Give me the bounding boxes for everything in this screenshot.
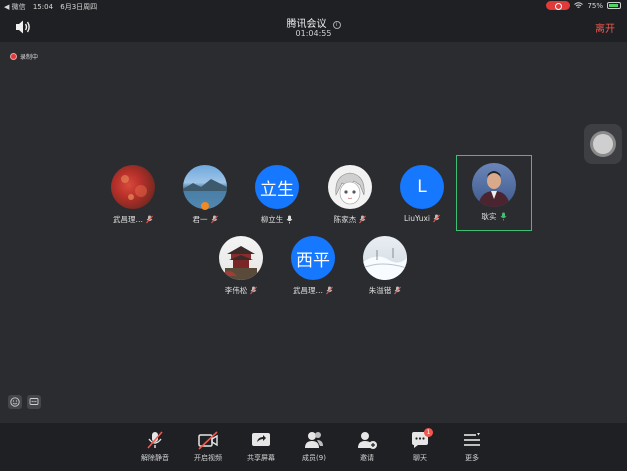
participant-tile[interactable]: 立生 柳立生	[241, 158, 313, 234]
participant-avatar: 西平	[291, 236, 335, 280]
more-icon	[464, 433, 480, 446]
battery-percent: 75%	[587, 1, 603, 10]
assistive-touch-button[interactable]	[584, 124, 622, 164]
meeting-header: 腾讯会议 i 01:04:55 离开	[0, 12, 627, 42]
unread-badge: 1	[424, 428, 433, 437]
emoji-icon	[10, 397, 20, 407]
participant-avatar	[472, 163, 516, 207]
participant-name: 耿实	[481, 212, 497, 221]
battery-icon	[607, 2, 621, 9]
mic-muted-icon	[359, 215, 367, 224]
screen-recording-indicator	[546, 1, 571, 10]
participant-name: 武昌理…	[293, 286, 323, 295]
share-screen-icon	[252, 433, 270, 446]
record-dot-icon	[10, 53, 17, 60]
mic-muted-icon	[433, 214, 440, 223]
mic-muted-icon	[210, 215, 218, 224]
video-off-icon	[198, 431, 218, 450]
participant-tile[interactable]: 武昌理…	[97, 158, 169, 234]
share-screen-button[interactable]: 共享屏幕	[237, 428, 285, 468]
quick-chat-button[interactable]	[27, 395, 41, 409]
chat-bubble-icon	[29, 398, 39, 405]
mic-muted-icon	[326, 286, 333, 295]
participant-name: 柳立生	[260, 215, 284, 224]
participant-name: 武昌理…	[113, 215, 143, 224]
participant-tile[interactable]: 君一	[169, 158, 241, 234]
meeting-title-row[interactable]: 腾讯会议 i	[0, 15, 627, 30]
chat-button[interactable]: 1 聊天	[396, 428, 444, 468]
participant-avatar	[328, 165, 372, 209]
invite-icon	[358, 432, 377, 449]
host-badge-icon	[201, 202, 209, 210]
participant-tile[interactable]: 西平 武昌理…	[277, 229, 349, 305]
start-video-button[interactable]: 开启视频	[184, 428, 232, 468]
meeting-toolbar: 解除静音 开启视频 共享屏幕 成员(9) 邀请 1 聊天 更多	[0, 423, 627, 471]
emoji-reaction-button[interactable]	[8, 395, 22, 409]
tool-label: 更多	[465, 454, 479, 462]
participant-tile[interactable]: 朱溢锴	[349, 229, 421, 305]
tool-label: 开启视频	[194, 454, 222, 462]
members-button[interactable]: 成员(9)	[290, 428, 338, 468]
mic-muted-icon	[146, 215, 153, 224]
mic-on-icon	[286, 215, 293, 224]
participant-name: 君一	[192, 215, 208, 224]
participant-avatar	[219, 236, 263, 280]
wifi-icon	[574, 2, 584, 8]
tool-label: 共享屏幕	[247, 454, 275, 462]
participant-avatar	[111, 165, 155, 209]
participant-name: 朱溢锴	[368, 286, 392, 295]
status-bar: ◀ 微信 15:04 6月3日周四 75%	[0, 0, 627, 12]
meeting-timer: 01:04:55	[295, 29, 332, 38]
more-button[interactable]: 更多	[448, 428, 496, 468]
participant-avatar	[363, 236, 407, 280]
participant-tile[interactable]: 陈家杰	[314, 158, 386, 234]
recording-label: 录制中	[20, 54, 39, 61]
mic-off-icon	[147, 431, 163, 449]
back-to-app[interactable]: ◀ 微信	[4, 3, 26, 11]
participant-avatar: L	[400, 165, 444, 209]
mic-muted-icon	[250, 286, 258, 295]
members-icon	[305, 432, 323, 448]
participant-tile[interactable]: L LiuYuxi	[386, 158, 458, 234]
participant-name: 李伟松	[224, 286, 248, 295]
unmute-button[interactable]: 解除静音	[131, 428, 179, 468]
status-time: 15:04	[32, 3, 54, 11]
participant-name: 陈家杰	[333, 215, 357, 224]
status-date: 6月3日周四	[60, 3, 98, 11]
recording-indicator: 录制中	[10, 52, 38, 61]
participant-tile-active-speaker[interactable]: 耿实	[456, 155, 532, 231]
tool-label: 成员(9)	[302, 454, 326, 462]
leave-button[interactable]: 离开	[595, 20, 615, 35]
tool-label: 邀请	[360, 454, 374, 462]
participant-tile[interactable]: 李伟松	[205, 229, 277, 305]
tool-label: 解除静音	[141, 454, 169, 462]
participant-name: LiuYuxi	[403, 214, 430, 223]
info-icon[interactable]: i	[332, 21, 341, 29]
invite-button[interactable]: 邀请	[343, 428, 391, 468]
mic-speaking-icon	[500, 212, 506, 221]
mic-muted-icon	[394, 286, 402, 295]
participant-avatar: 立生	[255, 165, 299, 209]
tool-label: 聊天	[413, 454, 427, 462]
